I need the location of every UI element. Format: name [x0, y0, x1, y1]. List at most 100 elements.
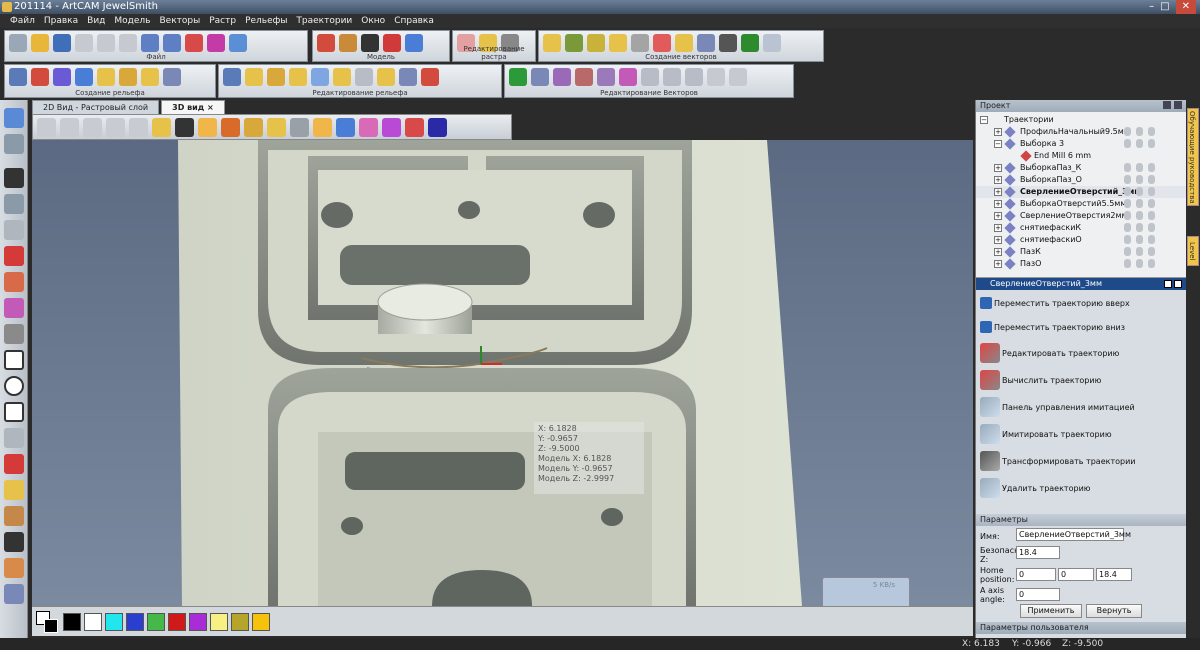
3d-viewport[interactable]: X: 6.1828 Y: -0.9657 Z: -9.5000 Модель X… [32, 140, 973, 606]
tree-item[interactable]: + СверлениеОтверстия2мм [976, 210, 1187, 222]
light-icon[interactable] [152, 118, 171, 137]
add-vector-icon[interactable] [509, 68, 527, 86]
visibility-icon[interactable] [1124, 175, 1131, 184]
gradient-icon[interactable] [359, 118, 378, 137]
menu-bitmap[interactable]: Растр [209, 14, 236, 28]
node-select-icon[interactable] [3, 194, 24, 214]
fg-bg-color-icon[interactable] [36, 610, 60, 633]
visibility-icon[interactable] [1124, 211, 1131, 220]
curve-icon[interactable] [663, 68, 681, 86]
ns-icon[interactable] [719, 34, 737, 52]
delete-toolpath-button[interactable]: Удалить траекторию [980, 477, 1091, 499]
erase-icon[interactable] [421, 68, 439, 86]
plane-icon[interactable] [141, 68, 159, 86]
text-tool-icon[interactable] [3, 454, 24, 474]
bulb-icon[interactable] [1136, 199, 1143, 208]
maximize-button[interactable]: □ [1160, 0, 1169, 14]
wrap-icon[interactable] [399, 68, 417, 86]
side-tab-tutorials[interactable]: Обучающие руководства [1187, 108, 1199, 206]
iso-view-icon[interactable] [37, 118, 56, 137]
tree-item[interactable]: + ВыборкаПаз_К [976, 162, 1187, 174]
edit-icon[interactable] [185, 34, 203, 52]
color-icon[interactable] [382, 118, 401, 137]
brush-icon[interactable] [3, 298, 24, 318]
arc-icon[interactable] [685, 68, 703, 86]
crosshair-icon[interactable] [3, 134, 24, 154]
bend-icon[interactable] [355, 68, 373, 86]
visibility-icon[interactable] [1124, 199, 1131, 208]
tree-item[interactable]: + ВыборкаОтверстий5.5мм [976, 198, 1187, 210]
eraser-icon[interactable] [3, 584, 24, 604]
home-x-input[interactable]: 0 [1016, 568, 1056, 581]
menu-toolpaths[interactable]: Траектории [296, 14, 352, 28]
fade-icon[interactable] [377, 68, 395, 86]
lock-icon[interactable] [1148, 259, 1155, 268]
menu-help[interactable]: Справка [394, 14, 434, 28]
simulation-panel-button[interactable]: Панель управления имитацией [980, 396, 1135, 418]
visibility-icon[interactable] [1124, 223, 1131, 232]
expand-icon[interactable]: − [994, 140, 1002, 148]
tree-item-selected[interactable]: + СверлениеОтверстий_3мм [976, 186, 1187, 198]
tree-item[interactable]: + ПазК [976, 246, 1187, 258]
arrow-icon[interactable] [609, 34, 627, 52]
dock-icon[interactable] [1164, 280, 1172, 288]
lock-icon[interactable] [1148, 187, 1155, 196]
shape-icon[interactable] [675, 34, 693, 52]
menu-file[interactable]: Файл [10, 14, 35, 28]
swatch-gold[interactable] [252, 612, 270, 631]
expand-icon[interactable]: + [994, 212, 1002, 220]
swatch-light-yellow[interactable] [210, 612, 228, 631]
move-down-button[interactable]: Переместить траекторию вниз [980, 316, 1125, 338]
smooth-icon[interactable] [267, 68, 285, 86]
relief-icon[interactable] [9, 68, 27, 86]
plane-view-icon[interactable] [290, 118, 309, 137]
model-icon[interactable] [317, 34, 335, 52]
simulate-toolpath-button[interactable]: Имитировать траекторию [980, 423, 1112, 445]
block-icon[interactable] [267, 118, 286, 137]
visibility-icon[interactable] [1124, 139, 1131, 148]
save-icon[interactable] [53, 34, 71, 52]
expand-icon[interactable]: + [994, 260, 1002, 268]
menu-window[interactable]: Окно [361, 14, 385, 28]
rectangle-icon[interactable] [3, 350, 24, 370]
bulb-icon[interactable] [1136, 187, 1143, 196]
swatch-black[interactable] [63, 612, 81, 631]
texture-view-icon[interactable] [428, 118, 447, 137]
undo-icon[interactable] [141, 34, 159, 52]
visibility-icon[interactable] [1124, 235, 1131, 244]
cross-icon[interactable] [631, 34, 649, 52]
pencil-icon[interactable] [3, 558, 24, 578]
shaded-icon[interactable] [198, 118, 217, 137]
visibility-icon[interactable] [1124, 187, 1131, 196]
lock-icon[interactable] [1148, 223, 1155, 232]
new-file-icon[interactable] [9, 34, 27, 52]
swatch-purple[interactable] [189, 612, 207, 631]
spin-icon[interactable] [97, 68, 115, 86]
bulb-icon[interactable] [1136, 235, 1143, 244]
bear-icon[interactable] [339, 34, 357, 52]
drop-icon[interactable] [3, 480, 24, 500]
bulb-icon[interactable] [1136, 163, 1143, 172]
paste-icon[interactable] [119, 34, 137, 52]
hat-icon[interactable] [383, 34, 401, 52]
swatch-white[interactable] [84, 612, 102, 631]
circle-icon[interactable] [3, 376, 24, 396]
pen-tool-icon[interactable] [3, 246, 24, 266]
edit-toolpath-button[interactable]: Редактировать траекторию [980, 342, 1119, 364]
tree-root[interactable]: − Траектории [976, 114, 1187, 126]
tree-item[interactable]: + ПрофильНачальный9.5мм [976, 126, 1187, 138]
home-y-input[interactable]: 0 [1058, 568, 1094, 581]
fillet-icon[interactable] [597, 68, 615, 86]
star-icon[interactable] [53, 68, 71, 86]
side-view-icon[interactable] [83, 118, 102, 137]
stack-icon[interactable] [763, 34, 781, 52]
relief-edit-icon[interactable] [223, 68, 241, 86]
menu-model[interactable]: Модель [114, 14, 150, 28]
tree-item-tool[interactable]: End Mill 6 mm [976, 150, 1187, 162]
tree-item[interactable]: + ПазО [976, 258, 1187, 270]
sculpt-icon[interactable] [245, 68, 263, 86]
expand-icon[interactable]: + [994, 128, 1002, 136]
menu-vectors[interactable]: Векторы [159, 14, 200, 28]
polyline-icon[interactable] [3, 324, 24, 344]
bulb-icon[interactable] [1136, 127, 1143, 136]
